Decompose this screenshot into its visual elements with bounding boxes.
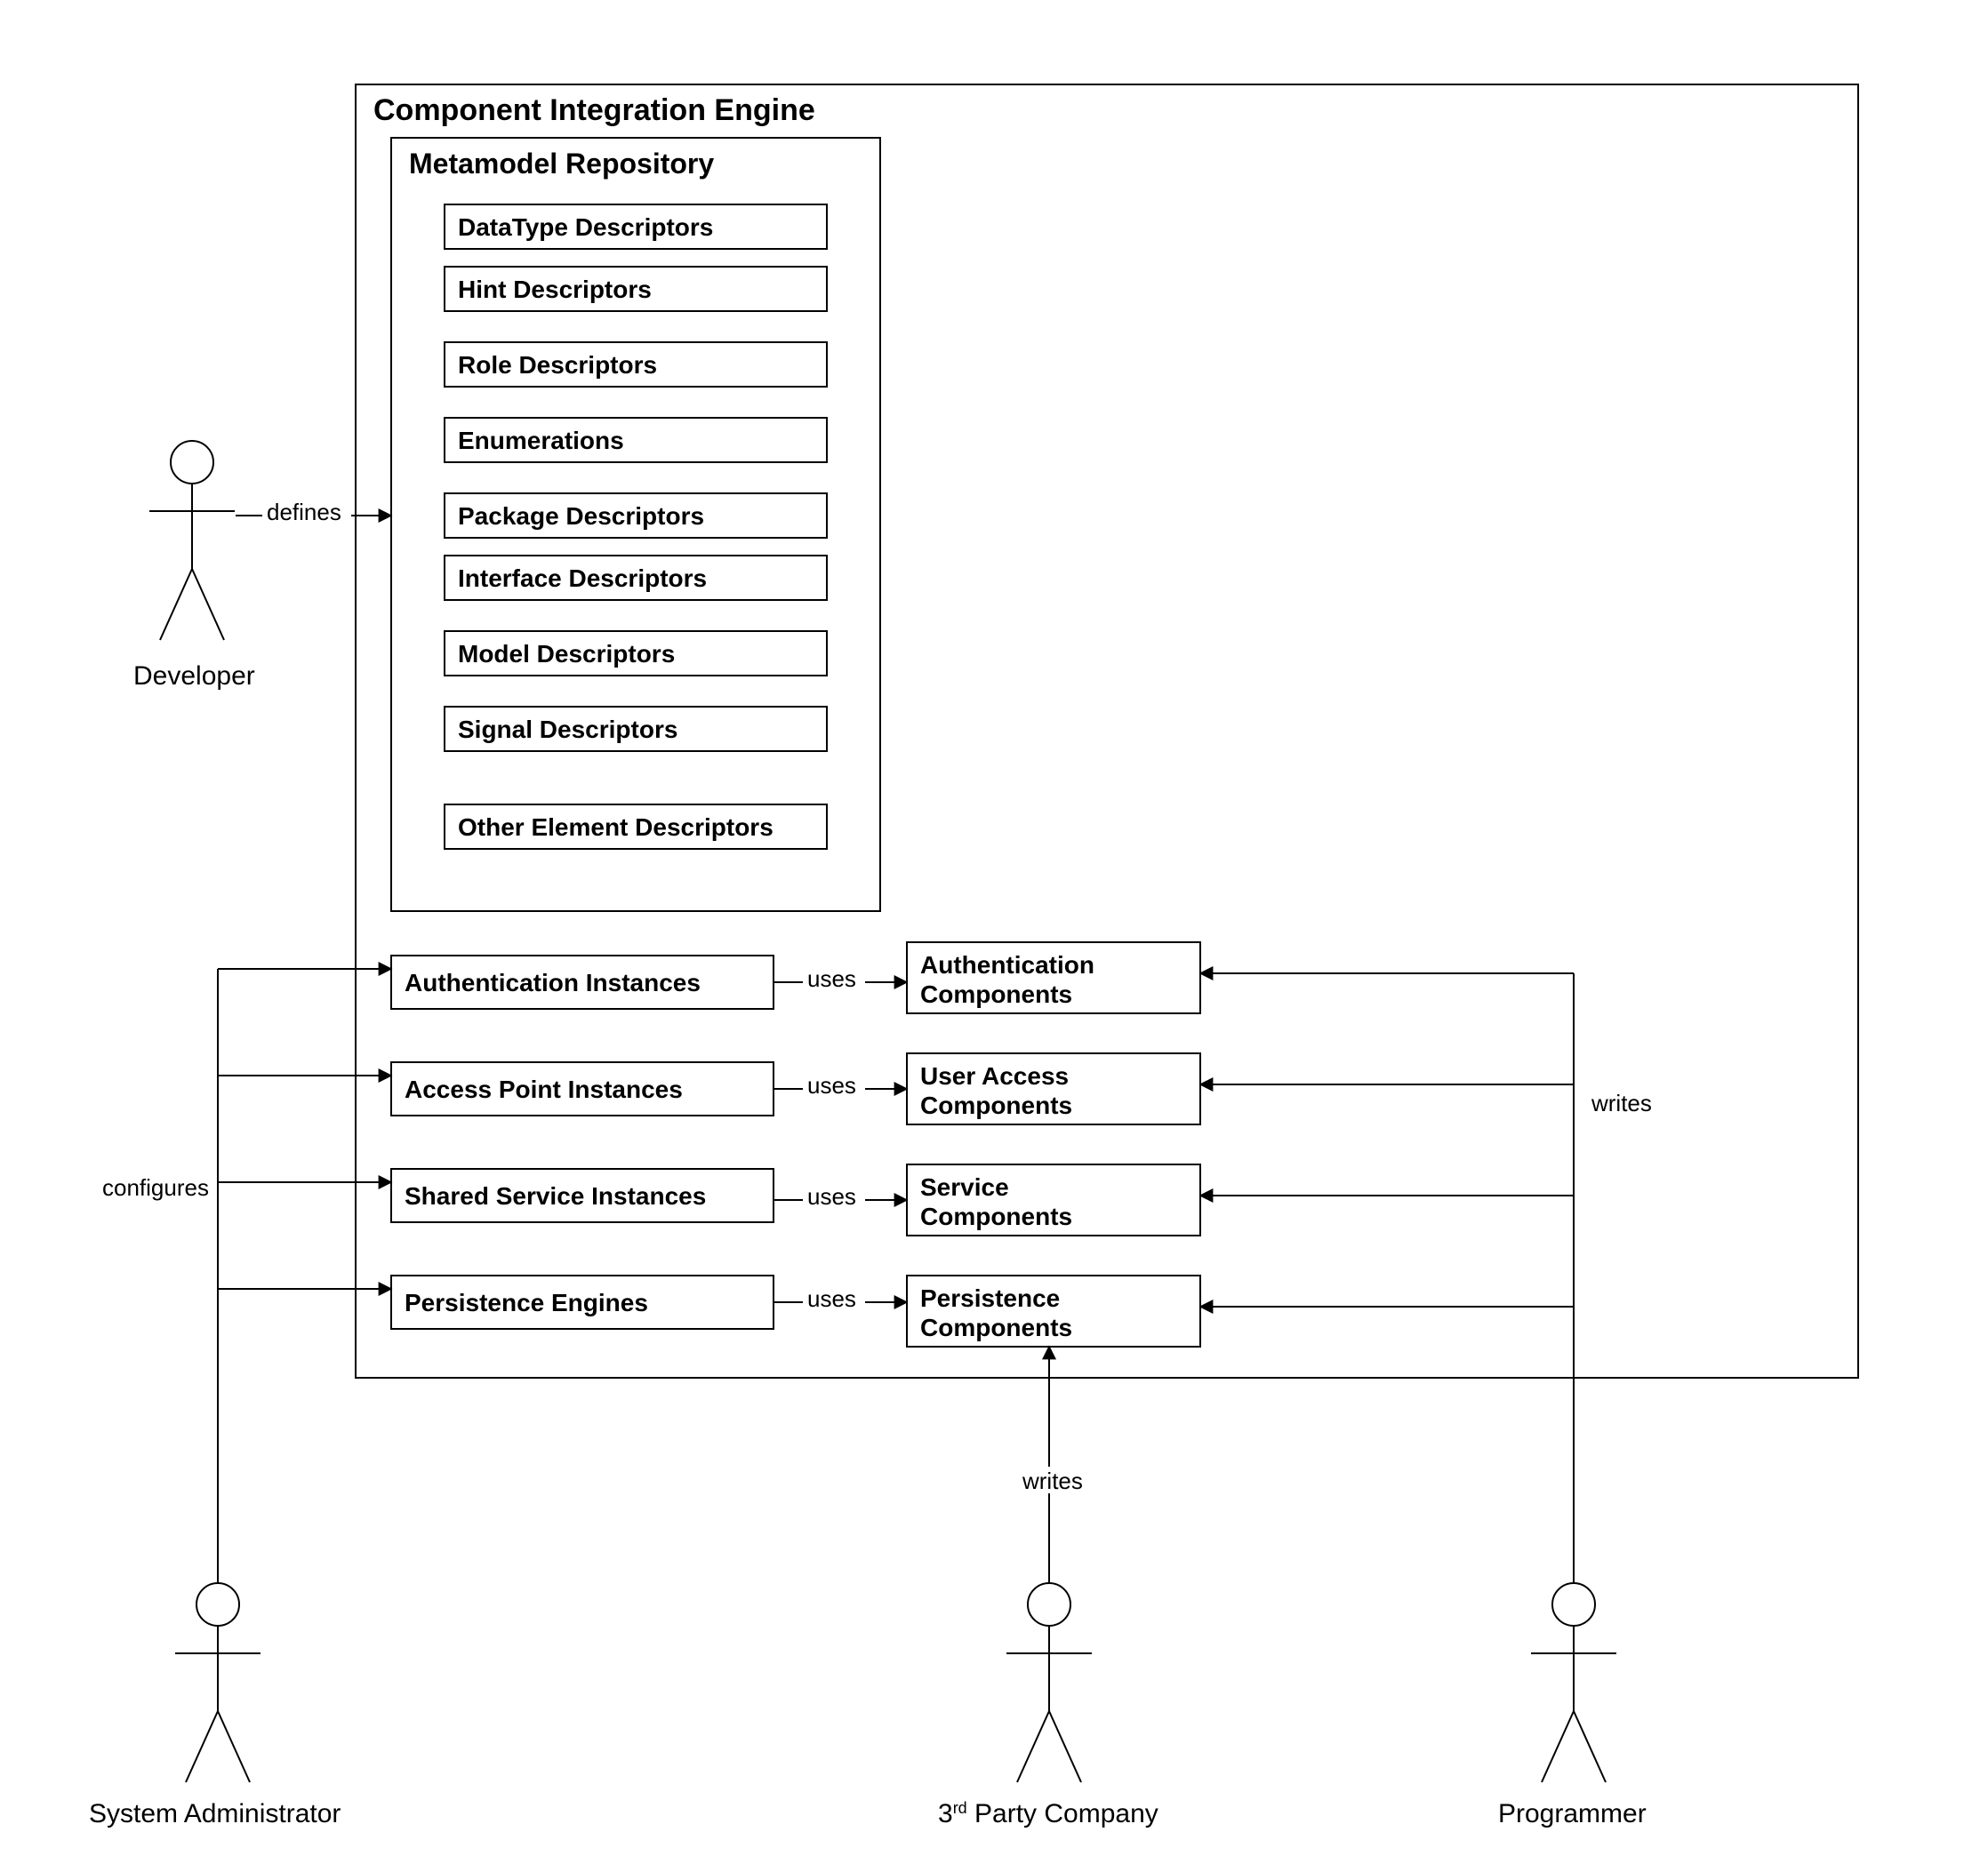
writes-bottom-group: writes [1018,1347,1094,1582]
actor-sysadmin-label: System Administrator [89,1799,341,1828]
desc-7: Signal Descriptors [458,716,677,743]
label-defines: defines [267,499,341,525]
desc-2: Role Descriptors [458,351,657,379]
inst-0: Authentication Instances [405,969,701,996]
thirdparty-sup: rd [953,1799,967,1817]
inst-2: Shared Service Instances [405,1182,706,1210]
desc-4: Package Descriptors [458,502,704,530]
engine-title: Component Integration Engine [373,93,815,127]
inst-1: Access Point Instances [405,1076,683,1103]
actor-developer-label: Developer [133,661,255,691]
thirdparty-post: Party Company [967,1799,1158,1828]
thirdparty-pre: 3 [938,1799,953,1828]
comp-2-l1: Service [920,1173,1009,1201]
comp-1-l2: Components [920,1092,1072,1119]
actor-thirdparty-label: 3rd Party Company [938,1799,1158,1828]
desc-8: Other Element Descriptors [458,813,774,841]
comp-3-l2: Components [920,1314,1072,1341]
label-writes-right: writes [1591,1090,1652,1116]
repo-title: Metamodel Repository [409,148,714,180]
desc-1: Hint Descriptors [458,276,652,303]
comp-3-l1: Persistence [920,1284,1060,1312]
actor-programmer-label: Programmer [1498,1799,1647,1828]
actor-thirdparty: 3rd Party Company [938,1583,1158,1828]
label-uses-1: uses [807,1072,856,1099]
comp-2-l2: Components [920,1203,1072,1230]
desc-5: Interface Descriptors [458,564,707,592]
comp-0-l1: Authentication [920,951,1094,979]
label-uses-2: uses [807,1183,856,1210]
actor-programmer: Programmer [1498,1583,1647,1828]
desc-6: Model Descriptors [458,640,675,668]
desc-3: Enumerations [458,427,624,454]
comp-1-l1: User Access [920,1062,1069,1090]
label-writes-bottom: writes [1022,1468,1083,1494]
label-configures: configures [102,1174,209,1201]
desc-0: DataType Descriptors [458,213,713,241]
comp-0-l2: Components [920,980,1072,1008]
actor-developer: Developer [133,441,255,691]
configures-group: configures [102,969,391,1582]
label-uses-0: uses [807,965,856,992]
label-uses-3: uses [807,1285,856,1312]
inst-3: Persistence Engines [405,1289,648,1316]
diagram-canvas: Component Integration Engine Metamodel R… [0,0,1988,1856]
actor-sysadmin: System Administrator [89,1583,341,1828]
